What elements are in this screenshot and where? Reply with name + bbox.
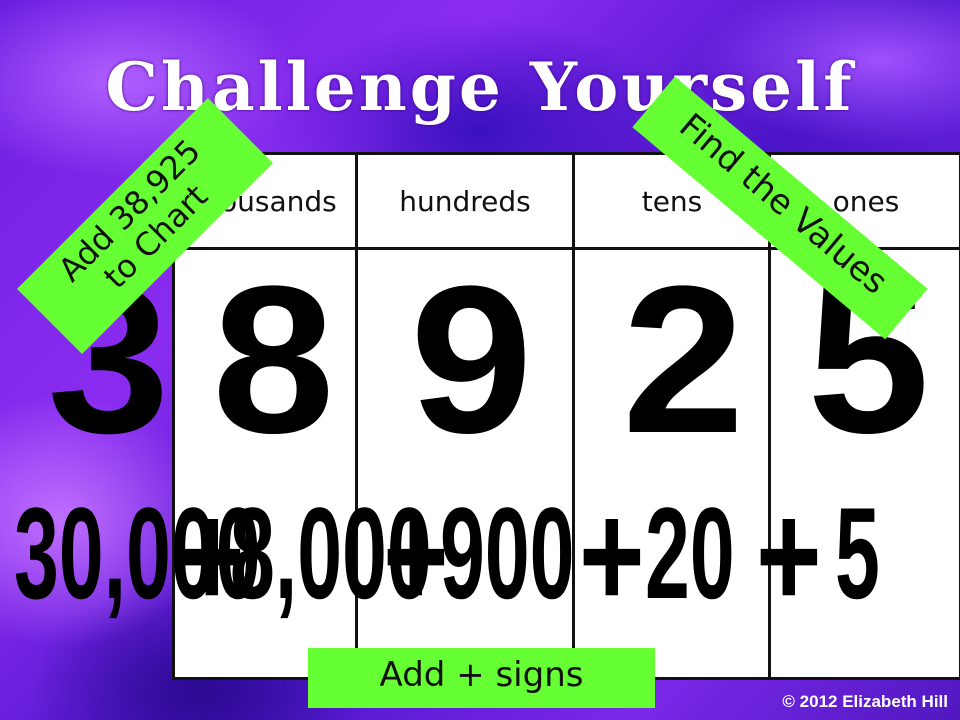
plus-sign: +: [578, 471, 645, 639]
header-hundreds: hundreds: [399, 185, 531, 218]
copyright: © 2012 Elizabeth Hill: [782, 692, 948, 711]
slide-title: Challenge Yourself: [105, 48, 855, 126]
plus-sign: +: [382, 471, 449, 639]
value-ones: 5: [835, 480, 880, 626]
value-tens: 20: [645, 480, 735, 626]
value-hundreds: 900: [440, 480, 575, 626]
digit-thousands: 8: [212, 242, 335, 477]
digit-tens: 2: [622, 242, 745, 477]
banner-add-signs: Add + signs: [308, 648, 655, 708]
plus-sign: +: [755, 471, 822, 639]
digit-hundreds: 9: [410, 242, 533, 477]
